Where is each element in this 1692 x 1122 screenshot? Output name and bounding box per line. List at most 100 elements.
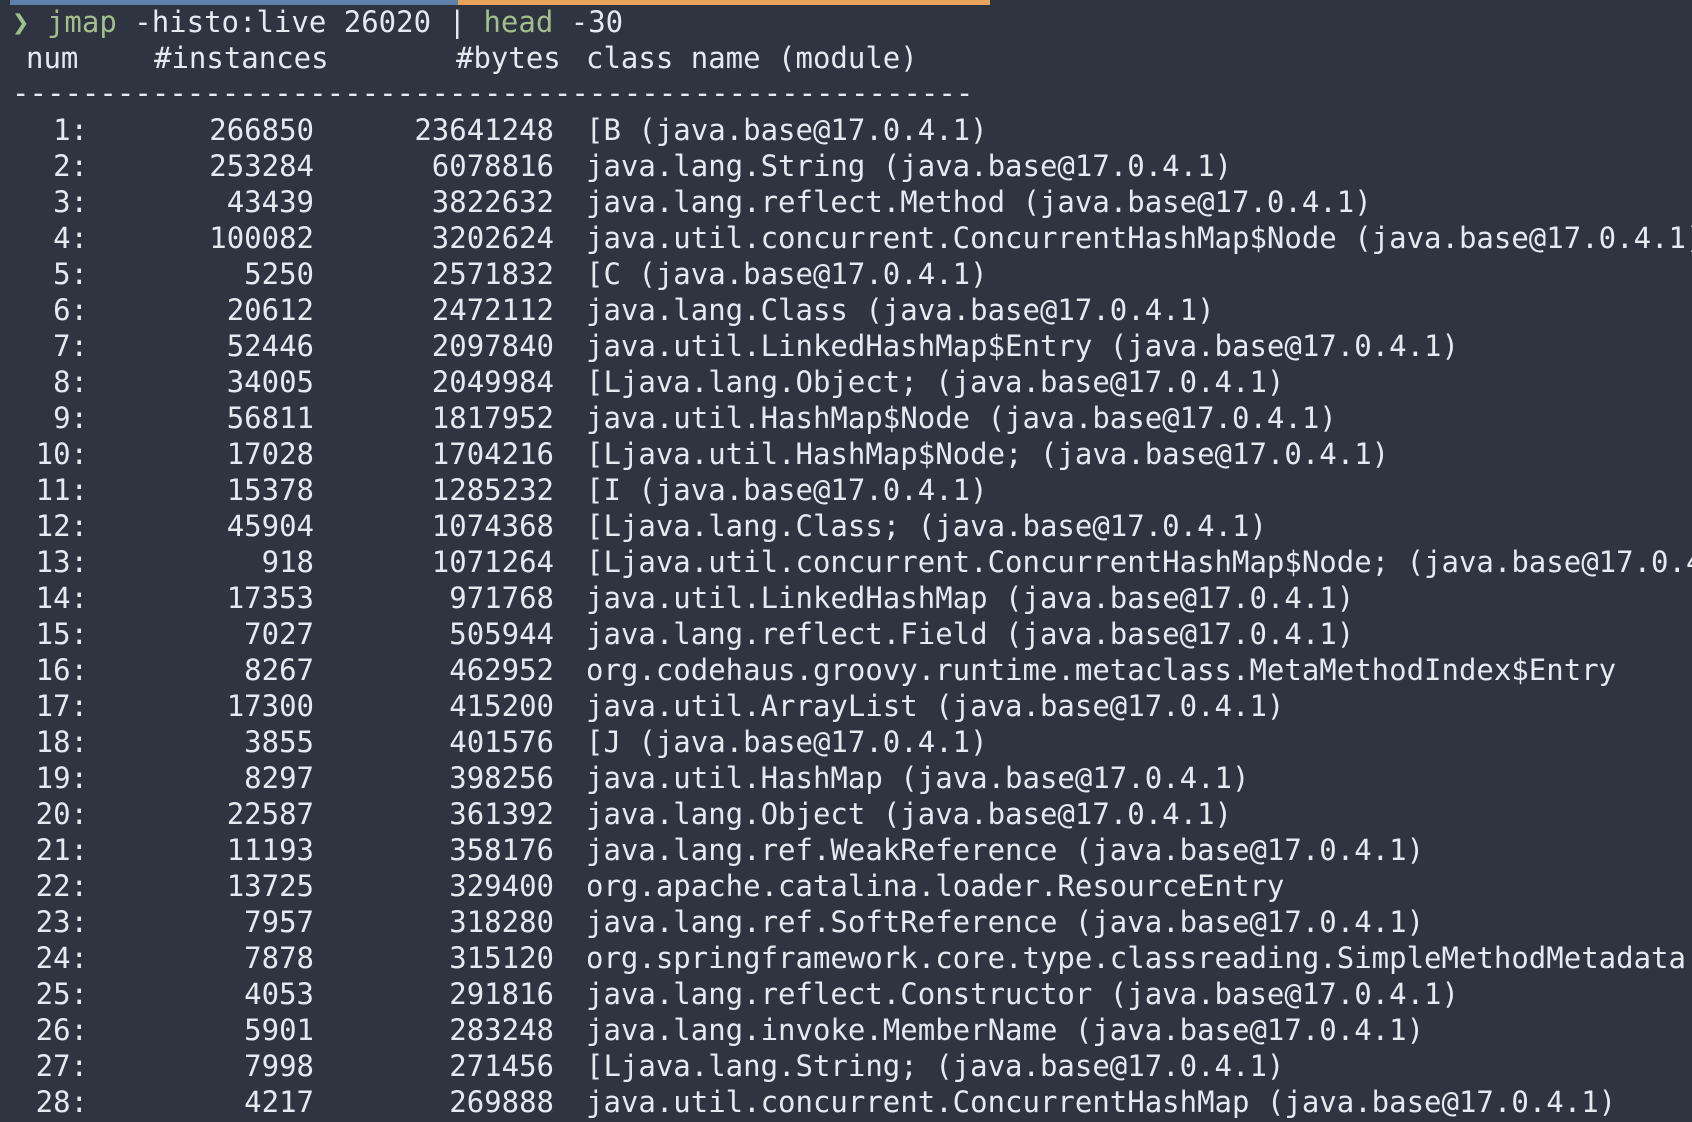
table-row: 14: 17353 971768 java.util.LinkedHashMap (j… [0,580,1692,616]
row-bytes: 415200 [449,689,554,723]
row-instances: 5901 [244,1013,314,1047]
row-bytes: 2097840 [431,329,554,363]
row-class-name: java.util.concurrent.ConcurrentHashMap$N… [586,221,1692,255]
row-bytes: 462952 [449,653,554,687]
row-instances: 8267 [244,653,314,687]
row-instances: 100082 [209,221,314,255]
row-class-name: java.util.HashMap$Node (java.base@17.0.4… [586,401,1337,435]
table-row: 26: 5901 283248 java.lang.invoke.MemberName… [0,1012,1692,1048]
row-bytes: 269888 [449,1085,554,1119]
row-class-name: java.util.ArrayList (java.base@17.0.4.1) [586,689,1285,723]
row-bytes: 271456 [449,1049,554,1083]
table-row: 5: 5250 2571832 [C (java.base@17.0.4.1) [0,256,1692,292]
table-row: 8: 34005 2049984 [Ljava.lang.Object; (java.… [0,364,1692,400]
table-row: 4: 100082 3202624 java.util.concurrent.Conc… [0,220,1692,256]
row-num: 1: [53,113,88,147]
table-row: 17: 17300 415200 java.util.ArrayList (java.… [0,688,1692,724]
table-row: 1: 266850 23641248 [B (java.base@17.0.4.1) [0,112,1692,148]
row-class-name: java.lang.Class (java.base@17.0.4.1) [586,293,1215,327]
row-bytes: 1071264 [431,545,554,579]
row-num: 19: [35,761,88,795]
row-class-name: java.util.concurrent.ConcurrentHashMap (… [586,1085,1617,1119]
row-instances: 17028 [226,437,314,471]
command-program: jmap [46,5,117,39]
table-row: 27: 7998 271456 [Ljava.lang.String; (java.b… [0,1048,1692,1084]
row-instances: 4053 [244,977,314,1011]
row-class-name: java.util.HashMap (java.base@17.0.4.1) [586,761,1250,795]
row-class-name: org.apache.catalina.loader.ResourceEntry [586,869,1285,903]
row-bytes: 358176 [449,833,554,867]
row-instances: 13725 [226,869,314,903]
table-row: 18: 3855 401576 [J (java.base@17.0.4.1) [0,724,1692,760]
row-class-name: java.lang.String (java.base@17.0.4.1) [586,149,1233,183]
row-class-name: java.lang.reflect.Constructor (java.base… [586,977,1459,1011]
table-row: 10: 17028 1704216 [Ljava.util.HashMap$Node;… [0,436,1692,472]
row-bytes: 1074368 [431,509,554,543]
table-row: 12: 45904 1074368 [Ljava.lang.Class; (java.… [0,508,1692,544]
row-num: 27: [35,1049,88,1083]
row-bytes: 291816 [449,977,554,1011]
row-instances: 253284 [209,149,314,183]
row-bytes: 401576 [449,725,554,759]
table-row: 15: 7027 505944 java.lang.reflect.Field (ja… [0,616,1692,652]
header-class-name: class name (module) [586,41,918,75]
row-num: 20: [35,797,88,831]
row-class-name: [C (java.base@17.0.4.1) [586,257,988,291]
command-line[interactable]: ❯ jmap -histo:live 26020 | head -30 [12,4,623,40]
row-num: 23: [35,905,88,939]
row-num: 8: [53,365,88,399]
row-num: 3: [53,185,88,219]
table-row: 20: 22587 361392 java.lang.Object (java.bas… [0,796,1692,832]
row-class-name: [Ljava.lang.Class; (java.base@17.0.4.1) [586,509,1267,543]
row-class-name: java.lang.Object (java.base@17.0.4.1) [586,797,1233,831]
table-row: 19: 8297 398256 java.util.HashMap (java.bas… [0,760,1692,796]
row-num: 7: [53,329,88,363]
row-bytes: 3822632 [431,185,554,219]
row-num: 25: [35,977,88,1011]
row-instances: 7998 [244,1049,314,1083]
row-bytes: 971768 [449,581,554,615]
row-bytes: 2571832 [431,257,554,291]
table-row: 25: 4053 291816 java.lang.reflect.Construct… [0,976,1692,1012]
row-bytes: 283248 [449,1013,554,1047]
row-num: 11: [35,473,88,507]
table-row: 7: 52446 2097840 java.util.LinkedHashMap$En… [0,328,1692,364]
terminal-window[interactable]: ❯ jmap -histo:live 26020 | head -30 num … [0,0,1692,1122]
row-num: 18: [35,725,88,759]
row-instances: 45904 [226,509,314,543]
row-num: 4: [53,221,88,255]
row-num: 13: [35,545,88,579]
row-class-name: [Ljava.util.HashMap$Node; (java.base@17.… [586,437,1390,471]
table-header: num #instances #bytes class name (module… [0,40,1692,76]
row-instances: 918 [261,545,314,579]
row-instances: 5250 [244,257,314,291]
row-bytes: 318280 [449,905,554,939]
header-separator: ----------------------------------------… [12,76,974,110]
row-instances: 11193 [226,833,314,867]
table-row: 2: 253284 6078816 java.lang.String (java.ba… [0,148,1692,184]
header-bytes: #bytes [456,41,561,75]
row-num: 14: [35,581,88,615]
table-row: 13: 918 1071264 [Ljava.util.concurrent.Conc… [0,544,1692,580]
row-class-name: [Ljava.lang.String; (java.base@17.0.4.1) [586,1049,1285,1083]
row-instances: 7878 [244,941,314,975]
row-instances: 3855 [244,725,314,759]
table-row: 9: 56811 1817952 java.util.HashMap$Node (ja… [0,400,1692,436]
row-num: 10: [35,437,88,471]
prompt-chevron-icon: ❯ [12,5,30,39]
row-bytes: 1817952 [431,401,554,435]
row-num: 21: [35,833,88,867]
row-class-name: org.codehaus.groovy.runtime.metaclass.Me… [586,653,1617,687]
row-class-name: [J (java.base@17.0.4.1) [586,725,988,759]
row-class-name: java.util.LinkedHashMap$Entry (java.base… [586,329,1459,363]
header-instances: #instances [154,41,329,75]
table-row: 23: 7957 318280 java.lang.ref.SoftReference… [0,904,1692,940]
row-class-name: [Ljava.lang.Object; (java.base@17.0.4.1) [586,365,1285,399]
row-num: 24: [35,941,88,975]
row-class-name: [B (java.base@17.0.4.1) [586,113,988,147]
row-class-name: [Ljava.util.concurrent.ConcurrentHashMap… [586,545,1692,579]
row-class-name: java.lang.reflect.Method (java.base@17.0… [586,185,1372,219]
row-num: 9: [53,401,88,435]
row-bytes: 505944 [449,617,554,651]
row-num: 6: [53,293,88,327]
